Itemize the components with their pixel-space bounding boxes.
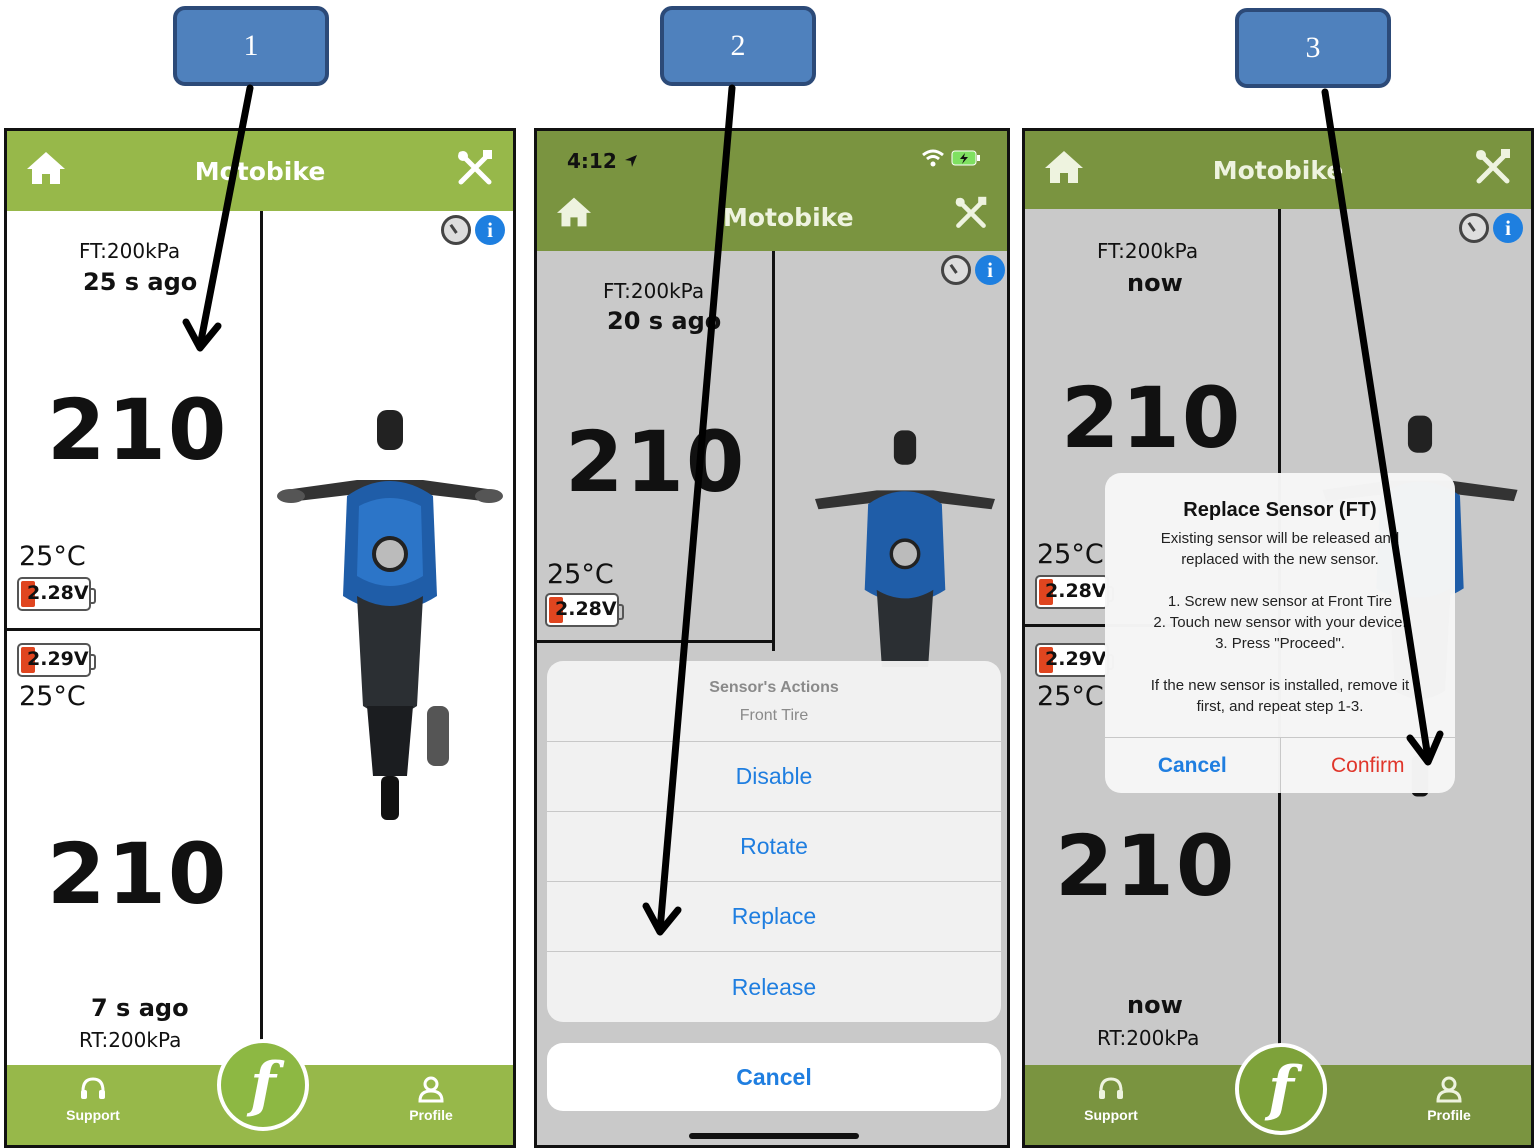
support-tab[interactable]: Support: [53, 1075, 133, 1123]
front-last-seen: 20 s ago: [607, 307, 722, 335]
profile-person-icon: [418, 1076, 444, 1103]
app-title: Motobike: [194, 156, 326, 186]
front-pressure-label: FT:200kPa: [603, 279, 705, 303]
front-pressure-value[interactable]: 210: [1061, 369, 1242, 467]
step-label-2: 2: [660, 6, 816, 86]
app-header: 4:12 Motobike: [537, 131, 1007, 251]
app-title: Motobike: [723, 203, 854, 232]
status-time: 4:12: [567, 149, 638, 173]
front-battery: 2.28V: [545, 593, 624, 627]
replace-sensor-dialog: Replace Sensor (FT) Existing sensor will…: [1105, 473, 1455, 793]
motorcycle-image: [277, 410, 503, 820]
rear-pressure-value[interactable]: 210: [1055, 817, 1236, 915]
rear-pressure-label: RT:200kPa: [1097, 1026, 1200, 1050]
home-indicator[interactable]: [689, 1133, 859, 1139]
tools-icon[interactable]: [455, 148, 495, 195]
front-pressure-label: FT:200kPa: [79, 239, 181, 263]
info-icon[interactable]: i: [475, 215, 505, 245]
front-battery: 2.28V: [1035, 575, 1114, 609]
screen-3-confirm: Motobike FT:200kPa now 210 25°C 2.28V 2.…: [1022, 128, 1534, 1148]
profile-tab[interactable]: Profile: [1409, 1075, 1489, 1123]
support-headset-icon: [1099, 1077, 1123, 1099]
rear-last-seen: now: [1127, 991, 1183, 1019]
cancel-button[interactable]: Cancel: [547, 1043, 1001, 1111]
front-pressure-label: FT:200kPa: [1097, 239, 1199, 263]
rear-temperature: 25°C: [19, 681, 86, 712]
tools-icon[interactable]: [1473, 147, 1513, 194]
action-sheet-subtitle: Front Tire: [739, 707, 809, 724]
gauge-icon[interactable]: [941, 255, 971, 285]
screen-1-main: Motobike FT:200kPa 25 s ago 210 25°C 2.2…: [4, 128, 516, 1148]
profile-tab[interactable]: Profile: [391, 1075, 471, 1123]
motorcycle-image: [815, 430, 995, 667]
disable-button[interactable]: Disable: [547, 742, 1001, 812]
home-icon[interactable]: [555, 195, 593, 236]
rear-last-seen: 7 s ago: [91, 994, 189, 1022]
location-arrow-icon: [624, 155, 637, 167]
rear-temperature: 25°C: [1037, 681, 1104, 712]
sensor-action-sheet: Sensor's Actions Front Tire Disable Rota…: [547, 661, 1001, 1022]
info-icon[interactable]: i: [975, 255, 1005, 285]
step-label-1: 1: [173, 6, 329, 86]
replace-button[interactable]: Replace: [547, 882, 1001, 952]
home-icon[interactable]: [1043, 148, 1085, 193]
tools-icon[interactable]: [953, 195, 989, 238]
rear-battery: 2.29V: [1035, 643, 1114, 677]
app-header: Motobike: [1025, 131, 1531, 209]
front-temperature: 25°C: [1037, 539, 1104, 570]
info-icon[interactable]: i: [1493, 213, 1523, 243]
front-last-seen: now: [1127, 269, 1183, 297]
support-tab[interactable]: Support: [1071, 1075, 1151, 1123]
home-icon[interactable]: [25, 149, 67, 194]
app-title: Motobike: [1212, 155, 1344, 185]
dialog-message: Existing sensor will be released and rep…: [1150, 530, 1410, 715]
front-last-seen: 25 s ago: [83, 268, 198, 296]
support-headset-icon: [81, 1077, 105, 1099]
front-temperature: 25°C: [19, 541, 86, 572]
front-pressure-value[interactable]: 210: [47, 381, 228, 479]
profile-person-icon: [1436, 1076, 1462, 1103]
brand-logo-button[interactable]: f: [217, 1039, 309, 1131]
battery-charging-icon: [951, 150, 980, 166]
step-label-3: 3: [1235, 8, 1391, 88]
brand-logo-button[interactable]: f: [1235, 1043, 1327, 1135]
dialog-cancel-button[interactable]: Cancel: [1105, 738, 1281, 793]
dialog-title: Replace Sensor (FT): [1183, 499, 1377, 521]
front-pressure-value[interactable]: 210: [565, 413, 746, 511]
rotate-button[interactable]: Rotate: [547, 812, 1001, 882]
front-temperature: 25°C: [547, 559, 614, 590]
rear-battery: 2.29V: [17, 643, 96, 677]
front-battery: 2.28V: [17, 577, 96, 611]
rear-pressure-label: RT:200kPa: [79, 1028, 182, 1052]
gauge-icon[interactable]: [1459, 213, 1489, 243]
app-header: Motobike: [7, 131, 513, 211]
rear-pressure-value[interactable]: 210: [47, 825, 228, 923]
screen-2-actions: 4:12 Motobike FT:200kPa 20 s ago 210 25°…: [534, 128, 1010, 1148]
wifi-icon: [922, 149, 944, 167]
gauge-icon[interactable]: [441, 215, 471, 245]
release-button[interactable]: Release: [547, 952, 1001, 1022]
dialog-confirm-button[interactable]: Confirm: [1281, 738, 1456, 793]
action-sheet-title: Sensor's Actions: [709, 679, 839, 696]
